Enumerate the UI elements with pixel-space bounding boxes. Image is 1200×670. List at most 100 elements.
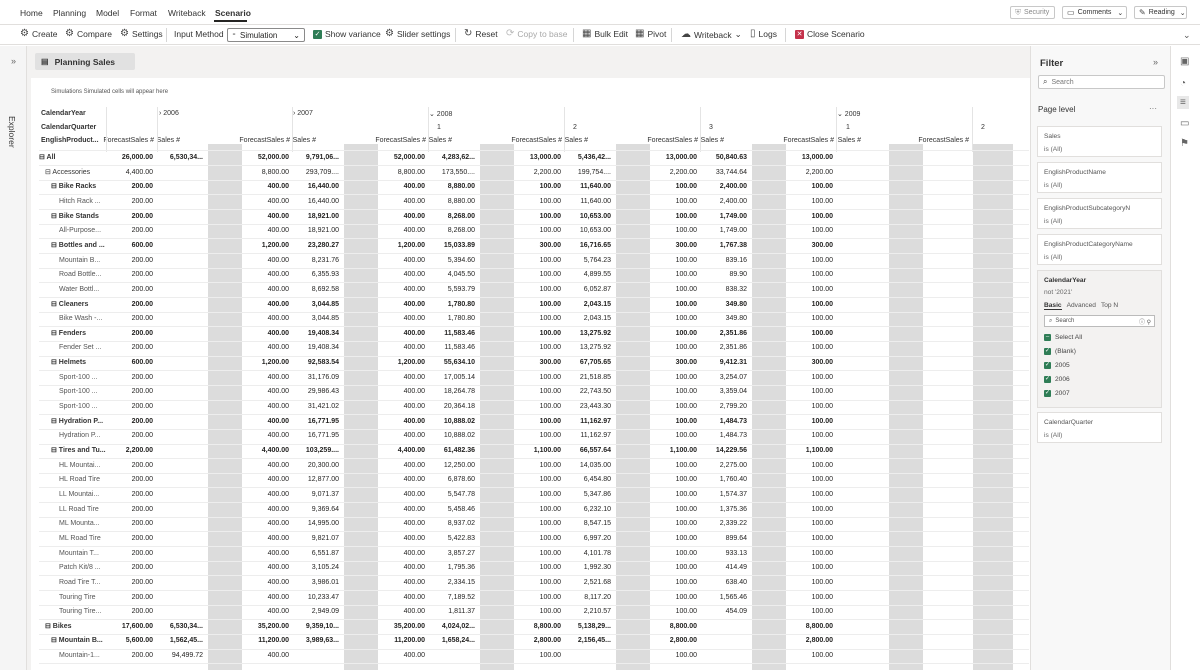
value-cell[interactable]: 9,412.31 [700,356,750,371]
value-cell[interactable]: 400.00 [378,283,428,298]
value-cell[interactable]: 2,800.00 [650,634,700,649]
value-cell[interactable]: 200.00 [106,180,156,195]
value-cell[interactable]: 11,583.46 [428,341,478,356]
value-cell[interactable]: 3,254.07 [700,371,750,386]
value-cell[interactable]: 1,574.37 [700,488,750,503]
value-cell[interactable]: 2,275.00 [700,459,750,474]
value-cell[interactable]: 100.00 [650,312,700,327]
collapse-chevron-icon[interactable]: » [1153,57,1158,67]
value-cell[interactable]: 2,200.00 [650,166,700,181]
value-cell[interactable]: 933.13 [700,547,750,562]
value-cell[interactable]: 100.00 [650,400,700,415]
value-cell[interactable]: 1,484.73 [700,429,750,444]
page-tab[interactable]: ▤ Planning Sales [35,53,135,70]
value-cell[interactable]: 29,986.43 [292,385,342,400]
filter-tab-topn[interactable]: Top N [1101,302,1118,310]
value-cell[interactable]: 92,583.54 [292,356,342,371]
value-cell[interactable]: 100.00 [514,180,564,195]
logs-button[interactable]: ▯ Logs [750,29,777,40]
value-cell[interactable]: 200.00 [106,488,156,503]
value-cell[interactable]: 6,232.10 [564,503,614,518]
value-cell[interactable]: 400.00 [242,547,292,562]
value-cell[interactable]: 3,044.85 [292,298,342,313]
value-cell[interactable]: 100.00 [786,298,836,313]
value-cell[interactable]: 100.00 [514,298,564,313]
row-label[interactable]: ⊟ All [39,151,109,166]
value-cell[interactable]: 1,760.40 [700,473,750,488]
row-label[interactable]: ⊟ Bikes [45,620,109,635]
value-cell[interactable]: 100.00 [514,210,564,225]
value-cell[interactable]: 200.00 [106,224,156,239]
value-cell[interactable]: 2,334.15 [428,576,478,591]
value-cell[interactable]: 300.00 [786,239,836,254]
value-cell[interactable]: 100.00 [650,649,700,664]
security-button[interactable]: ⛨ Security [1010,6,1055,19]
value-cell[interactable]: 400.00 [242,195,292,210]
value-cell[interactable]: 3,105.24 [292,561,342,576]
value-cell[interactable]: 31,421.02 [292,400,342,415]
value-cell[interactable]: 400.00 [242,298,292,313]
value-cell[interactable]: 100.00 [650,576,700,591]
value-cell[interactable]: 100.00 [786,371,836,386]
value-cell[interactable]: 200.00 [106,415,156,430]
measure-header[interactable]: Sales # [144,137,180,144]
value-cell[interactable]: 200.00 [106,429,156,444]
value-cell[interactable]: 100.00 [786,547,836,562]
value-cell[interactable]: 22,743.50 [564,385,614,400]
value-cell[interactable]: 1,200.00 [242,239,292,254]
value-cell[interactable]: 400.00 [378,547,428,562]
value-cell[interactable]: 400.00 [242,341,292,356]
option-2007[interactable]: ✓ 2007 [1044,386,1155,400]
value-cell[interactable]: 400.00 [378,254,428,269]
value-cell[interactable]: 11,162.97 [564,415,614,430]
value-cell[interactable]: 2,949.09 [292,605,342,620]
value-cell[interactable]: 100.00 [514,371,564,386]
value-cell[interactable]: 400.00 [242,224,292,239]
value-cell[interactable]: 400.00 [242,371,292,386]
year-header-2007[interactable]: › 2007 [293,110,313,117]
value-cell[interactable]: 100.00 [786,180,836,195]
copy-to-base-button[interactable]: ⟳ Copy to base [506,29,567,40]
create-button[interactable]: ⚙ Create [20,29,57,40]
value-cell[interactable]: 1,767.38 [700,239,750,254]
value-cell[interactable]: 20,364.18 [428,400,478,415]
filter-card-product-subcategory[interactable]: EnglishProductSubcategoryN is (All) [1037,198,1162,229]
value-cell[interactable]: 173,550.... [428,166,478,181]
value-cell[interactable]: 100.00 [786,473,836,488]
value-cell[interactable]: 14,995.00 [292,517,342,532]
value-cell[interactable]: 10,888.02 [428,415,478,430]
value-cell[interactable]: 5,347.86 [564,488,614,503]
value-cell[interactable]: 100.00 [650,488,700,503]
value-cell[interactable]: 6,878.60 [428,473,478,488]
tab-scenario[interactable]: Scenario [215,8,251,18]
value-cell[interactable]: 5,422.83 [428,532,478,547]
explorer-pane-collapsed[interactable]: » Explorer [0,46,27,670]
value-cell[interactable]: 21,518.85 [564,371,614,386]
value-cell[interactable]: 1,562,45... [156,634,206,649]
value-cell[interactable]: 6,997.20 [564,532,614,547]
value-cell[interactable]: 100.00 [514,576,564,591]
value-cell[interactable]: 18,921.00 [292,224,342,239]
value-cell[interactable]: 414.49 [700,561,750,576]
value-cell[interactable]: 8,800.00 [650,620,700,635]
value-cell[interactable]: 100.00 [786,312,836,327]
value-cell[interactable]: 454.09 [700,605,750,620]
value-cell[interactable]: 9,071.37 [292,488,342,503]
value-cell[interactable]: 200.00 [106,532,156,547]
value-cell[interactable]: 300.00 [786,356,836,371]
value-cell[interactable]: 100.00 [514,415,564,430]
option-blank[interactable]: ✓ (Blank) [1044,344,1155,358]
value-cell[interactable]: 5,394.60 [428,254,478,269]
filter-card-sales[interactable]: Sales is (All) [1037,126,1162,157]
measure-header[interactable]: Sales # [416,137,452,144]
value-cell[interactable]: 100.00 [786,429,836,444]
value-cell[interactable]: 100.00 [650,283,700,298]
tab-home[interactable]: Home [20,8,43,18]
value-cell[interactable]: 638.40 [700,576,750,591]
value-cell[interactable]: 12,877.00 [292,473,342,488]
value-cell[interactable]: 100.00 [786,210,836,225]
value-cell[interactable]: 2,800.00 [514,634,564,649]
filter-icon[interactable]: ≡ [1177,96,1189,109]
value-cell[interactable]: 400.00 [378,576,428,591]
value-cell[interactable]: 400.00 [242,268,292,283]
